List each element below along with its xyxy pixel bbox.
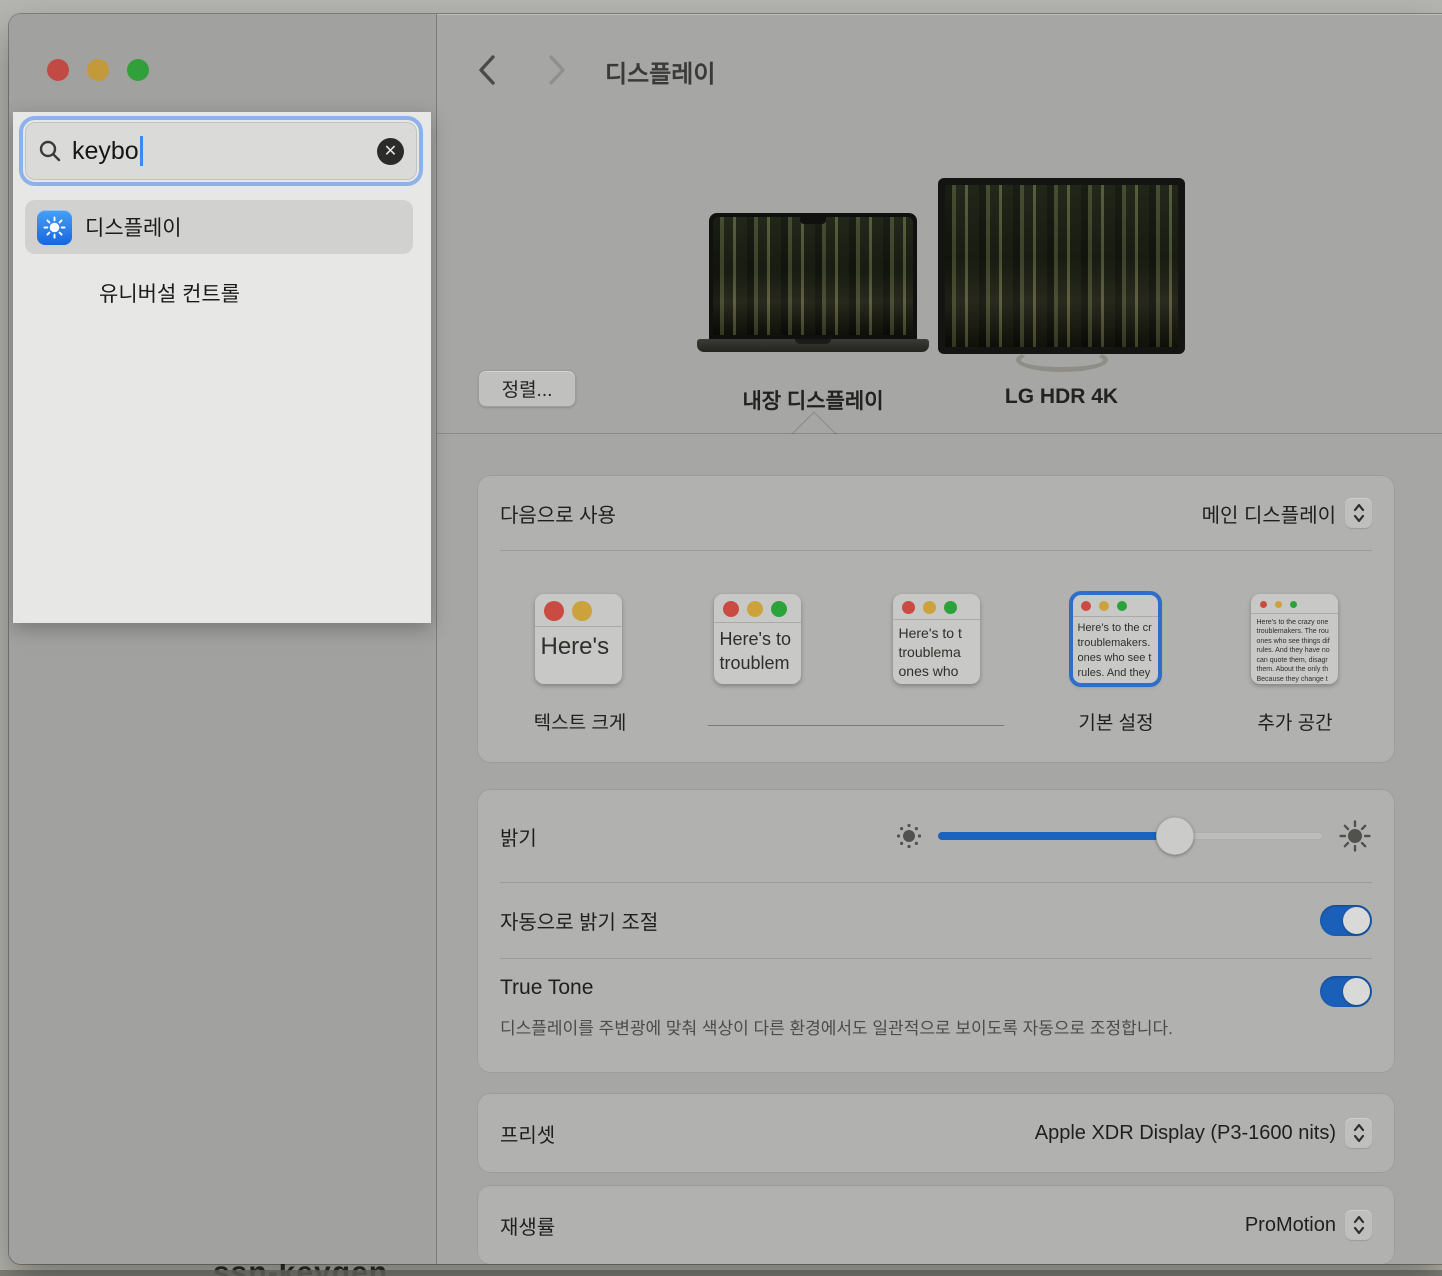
laptop-notch [800,217,826,224]
sidebar-item-display[interactable]: 디스플레이 [25,200,413,254]
brightness-card: 밝기 [478,790,1394,1072]
chevron-updown-icon[interactable] [1345,1210,1372,1240]
brightness-low-icon [895,822,923,850]
resolution-option-3[interactable]: Here's to ttroublemaones who [893,594,980,684]
search-input[interactable]: keybo ✕ [25,122,417,180]
preset-label: 프리셋 [500,1119,555,1148]
use-as-value: 메인 디스플레이 [1202,499,1336,528]
window-controls [47,59,149,81]
true-tone-label: True Tone [500,976,593,1000]
search-value: keybo [72,137,139,166]
chevron-updown-icon[interactable] [1345,1118,1372,1148]
display-preview-builtin[interactable] [697,210,929,352]
preset-popup[interactable]: Apple XDR Display (P3-1600 nits) [1035,1118,1372,1148]
clear-search-button[interactable]: ✕ [377,138,404,165]
resolution-label-more-space: 추가 공간 [1205,708,1385,735]
refresh-rate-label: 재생률 [500,1211,555,1240]
display-preview-lg[interactable] [938,178,1185,378]
text-cursor [140,136,143,166]
row-divider [500,550,1372,551]
auto-brightness-toggle[interactable] [1320,905,1372,936]
resolution-option-default[interactable]: Here's to the crtroublemakers.ones who s… [1072,594,1159,684]
search-icon [38,139,62,163]
resolution-options: Here's Here's totroublem Here's to ttrou… [478,594,1394,684]
preset-value: Apple XDR Display (P3-1600 nits) [1035,1122,1336,1145]
slider-fill [938,832,1175,840]
refresh-rate-value: ProMotion [1245,1214,1336,1237]
refresh-rate-card: 재생률 ProMotion [478,1186,1394,1264]
resolution-option-more-space[interactable]: Here's to the crazy onetroublemakers. Th… [1251,594,1338,684]
true-tone-toggle[interactable] [1320,976,1372,1007]
minimize-button[interactable] [87,59,109,81]
brightness-slider [895,819,1372,853]
zoom-button[interactable] [127,59,149,81]
section-divider [437,433,1442,434]
resolution-label-default: 기본 설정 [1026,708,1206,735]
slider-track[interactable] [938,832,1323,840]
preset-card: 프리셋 Apple XDR Display (P3-1600 nits) [478,1094,1394,1172]
search-results-panel: keybo ✕ 디스플레이 [13,112,431,623]
resolution-option-2[interactable]: Here's totroublem [714,594,801,684]
forward-button[interactable] [539,52,575,88]
page-title: 디스플레이 [605,54,715,89]
brightness-icon [37,210,72,245]
laptop-base [697,339,929,352]
sidebar-item-label: 유니버설 컨트롤 [99,278,240,308]
sidebar-item-universal-control[interactable]: 유니버설 컨트롤 [25,266,413,320]
use-as-popup[interactable]: 메인 디스플레이 [1202,498,1372,528]
sidebar: keybo ✕ 디스플레이 [9,14,437,1264]
scale-connector-line [708,725,1004,726]
search-field-focus-ring: keybo ✕ [19,116,423,186]
arrange-button[interactable]: 정렬... [478,370,576,407]
close-button[interactable] [47,59,69,81]
slider-knob[interactable] [1156,817,1194,855]
system-settings-window: keybo ✕ 디스플레이 [9,14,1442,1264]
resolution-label-larger-text: 텍스트 크게 [490,708,670,735]
scaling-card: 다음으로 사용 메인 디스플레이 Here's Here's totrouble… [478,476,1394,762]
sidebar-item-label: 디스플레이 [85,212,182,242]
auto-brightness-label: 자동으로 밝기 조절 [500,906,658,935]
chevron-updown-icon[interactable] [1345,498,1372,528]
display-name-lg: LG HDR 4K [938,385,1185,409]
resolution-option-larger-text[interactable]: Here's [535,594,622,684]
brightness-label: 밝기 [500,822,537,851]
use-as-label: 다음으로 사용 [500,499,616,528]
back-button[interactable] [469,52,505,88]
main-content: 디스플레이 정렬... 내장 디스플레이 LG HDR 4K 다음으로 사용 메… [437,14,1442,1264]
brightness-high-icon [1338,819,1372,853]
background-window-edge [0,1270,1442,1276]
selected-display-caret [791,411,836,456]
refresh-rate-popup[interactable]: ProMotion [1245,1210,1372,1240]
true-tone-description: 디스플레이를 주변광에 맞춰 색상이 다른 환경에서도 일관적으로 보이도록 자… [500,1015,1240,1042]
